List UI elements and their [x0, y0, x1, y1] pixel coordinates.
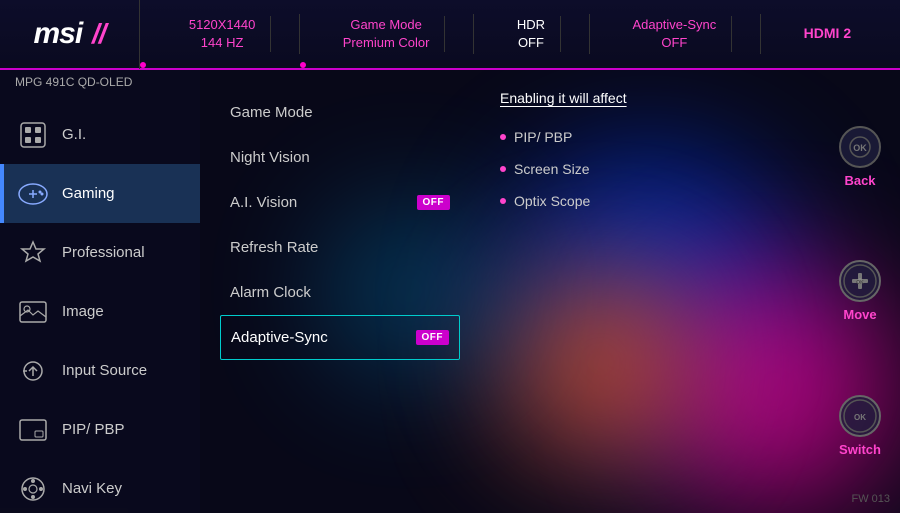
- sidebar-label-pip-pbp: PIP/ PBP: [62, 421, 125, 438]
- game-mode-text: Game Mode Premium Color: [343, 16, 430, 52]
- sidebar-item-pip-pbp[interactable]: PIP/ PBP: [0, 400, 200, 459]
- header-adaptive-sync: Adaptive-Sync OFF: [617, 16, 732, 52]
- menu-item-refresh-rate[interactable]: Refresh Rate: [220, 225, 460, 270]
- header-sep-3: [589, 14, 590, 54]
- header-sep-4: [760, 14, 761, 54]
- back-button[interactable]: OK Back: [839, 126, 881, 188]
- sidebar-item-gi[interactable]: G.I.: [0, 105, 200, 164]
- info-panel: Enabling it will affect PIP/ PBP Screen …: [480, 70, 820, 513]
- hdmi-text: HDMI 2: [804, 24, 851, 44]
- info-item-pip-pbp: PIP/ PBP: [500, 121, 800, 153]
- resolution-text: 5120X1440 144 HZ: [189, 16, 256, 52]
- active-indicator: [0, 164, 4, 223]
- accent-dot-1: [140, 62, 146, 68]
- svg-text:OK: OK: [853, 143, 867, 153]
- back-circle: OK: [839, 126, 881, 168]
- msi-logo: msi //: [0, 0, 140, 69]
- adaptive-sync-text: Adaptive-Sync OFF: [632, 16, 716, 52]
- right-controls: OK Back OK M: [820, 70, 900, 513]
- sidebar-item-gaming[interactable]: Gaming: [0, 164, 200, 223]
- navi-key-icon: [15, 471, 50, 506]
- switch-circle: OK: [839, 395, 881, 437]
- menu-label-night-vision: Night Vision: [230, 149, 310, 166]
- gaming-icon: [15, 176, 50, 211]
- info-label-pip-pbp: PIP/ PBP: [514, 129, 572, 145]
- header-sep-2: [473, 14, 474, 54]
- monitor-label: MPG 491C QD-OLED: [15, 75, 132, 89]
- accent-dot-2: [300, 62, 306, 68]
- sidebar-item-navi-key[interactable]: Navi Key: [0, 459, 200, 513]
- sidebar-label-professional: Professional: [62, 244, 145, 261]
- header-resolution: 5120X1440 144 HZ: [174, 16, 272, 52]
- fw-label: FW 013: [851, 493, 890, 505]
- info-label-screen-size: Screen Size: [514, 161, 589, 177]
- menu-label-refresh-rate: Refresh Rate: [230, 239, 318, 256]
- menu-label-adaptive-sync: Adaptive-Sync: [231, 329, 328, 346]
- info-item-screen-size: Screen Size: [500, 153, 800, 185]
- switch-button[interactable]: OK Switch: [839, 395, 881, 457]
- header-hdr: HDR OFF: [502, 16, 561, 52]
- gi-icon: [15, 117, 50, 152]
- move-label: Move: [843, 307, 876, 322]
- header-info: 5120X1440 144 HZ Game Mode Premium Color…: [140, 14, 900, 54]
- back-label: Back: [844, 173, 875, 188]
- header-game-mode: Game Mode Premium Color: [328, 16, 446, 52]
- menu-item-game-mode[interactable]: Game Mode: [220, 90, 460, 135]
- info-dot-3: [500, 198, 506, 204]
- screen: msi // 5120X1440 144 HZ Game Mode Premiu…: [0, 0, 900, 513]
- move-circle: OK: [839, 260, 881, 302]
- info-dot-2: [500, 166, 506, 172]
- menu-item-adaptive-sync[interactable]: Adaptive-Sync OFF: [220, 315, 460, 360]
- msi-logo-text: msi //: [33, 17, 105, 51]
- sidebar-label-image: Image: [62, 303, 104, 320]
- sidebar-label-gaming: Gaming: [62, 185, 115, 202]
- menu-item-alarm-clock[interactable]: Alarm Clock: [220, 270, 460, 315]
- header: msi // 5120X1440 144 HZ Game Mode Premiu…: [0, 0, 900, 70]
- svg-text:OK: OK: [856, 280, 864, 286]
- sidebar-item-input-source[interactable]: Input Source: [0, 341, 200, 400]
- msi-wordmark: msi: [33, 17, 82, 50]
- sidebar-label-navi-key: Navi Key: [62, 480, 122, 497]
- main-content: G.I. Gaming: [0, 70, 900, 513]
- sidebar-label-gi: G.I.: [62, 126, 86, 143]
- msi-slash: //: [92, 18, 106, 49]
- move-button[interactable]: OK Move: [839, 260, 881, 322]
- pip-pbp-icon: [15, 412, 50, 447]
- hdr-text: HDR OFF: [517, 16, 545, 52]
- menu-item-ai-vision[interactable]: A.I. Vision OFF: [220, 180, 460, 225]
- header-hdmi: HDMI 2: [789, 24, 866, 44]
- sidebar-item-image[interactable]: Image: [0, 282, 200, 341]
- sidebar-item-professional[interactable]: Professional: [0, 223, 200, 282]
- svg-text:OK: OK: [854, 413, 866, 422]
- menu-item-night-vision[interactable]: Night Vision: [220, 135, 460, 180]
- menu-label-alarm-clock: Alarm Clock: [230, 284, 311, 301]
- menu-label-ai-vision: A.I. Vision: [230, 194, 297, 211]
- sidebar-label-input-source: Input Source: [62, 362, 147, 379]
- info-dot-1: [500, 134, 506, 140]
- professional-icon: [15, 235, 50, 270]
- sidebar: G.I. Gaming: [0, 70, 200, 513]
- menu-label-game-mode: Game Mode: [230, 104, 313, 121]
- input-source-icon: [15, 353, 50, 388]
- adaptive-sync-off-badge: OFF: [416, 330, 450, 345]
- image-icon: [15, 294, 50, 329]
- header-sep-1: [299, 14, 300, 54]
- info-title: Enabling it will affect: [500, 90, 800, 106]
- info-label-optix-scope: Optix Scope: [514, 193, 590, 209]
- ai-vision-off-badge: OFF: [417, 195, 451, 210]
- switch-label: Switch: [839, 442, 881, 457]
- info-item-optix-scope: Optix Scope: [500, 185, 800, 217]
- menu-panel: Game Mode Night Vision A.I. Vision OFF R…: [200, 70, 480, 513]
